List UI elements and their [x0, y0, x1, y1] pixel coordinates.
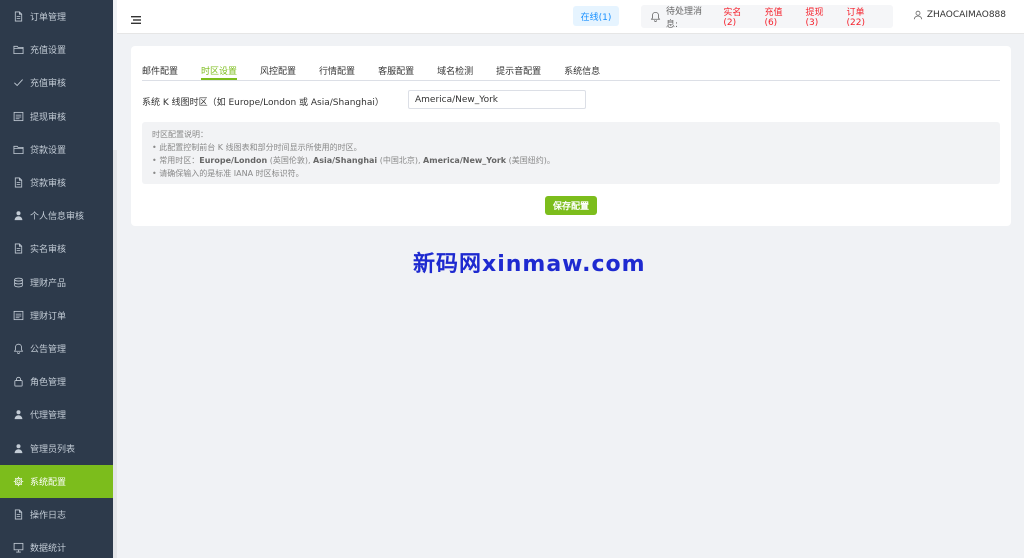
top-header: 在线(1) 待处理消息: 实名(2) 充值(6) 提现(3) 订单(22) ZH…: [117, 0, 1024, 34]
info-title: 时区配置说明：: [152, 130, 208, 139]
lock-icon: [13, 376, 24, 387]
sidebar-item-label: 实名审核: [30, 245, 67, 256]
bell-icon: [13, 343, 24, 354]
sidebar-item-label: 订单管理: [30, 13, 67, 24]
sidebar-item-12[interactable]: 代理管理: [0, 398, 113, 431]
save-config-button[interactable]: 保存配置: [545, 196, 597, 215]
info-line-3: • 请确保输入的是标准 IANA 时区标识符。: [152, 169, 304, 178]
info-tz-3: America/New_York: [423, 156, 507, 165]
sidebar-item-16[interactable]: 数据统计: [0, 531, 113, 558]
bell-icon: [650, 11, 661, 22]
info-line-2: • 常用时区：Europe/London (英国伦敦), Asia/Shangh…: [152, 154, 990, 167]
sidebar-item-label: 代理管理: [30, 411, 67, 422]
info-line-2-prefix: • 常用时区：: [152, 156, 200, 165]
tab-3[interactable]: 行情配置: [319, 64, 355, 80]
sidebar-item-9[interactable]: 理财订单: [0, 299, 113, 332]
check-icon: [13, 77, 24, 88]
tab-4[interactable]: 客服配置: [378, 64, 414, 80]
sidebar-item-label: 理财产品: [30, 278, 67, 289]
sidebar-item-13[interactable]: 管理员列表: [0, 431, 113, 464]
sidebar-item-label: 操作日志: [30, 510, 67, 521]
tab-7[interactable]: 系统信息: [564, 64, 600, 80]
sidebar-item-7[interactable]: 实名审核: [0, 232, 113, 265]
sidebar-item-2[interactable]: 充值审核: [0, 66, 113, 99]
sidebar-item-label: 贷款设置: [30, 145, 67, 156]
tab-1[interactable]: 时区设置: [201, 64, 238, 80]
list-icon: [13, 111, 24, 122]
sidebar-item-label: 贷款审核: [30, 179, 67, 190]
watermark: 新码网xinmaw.com: [413, 252, 646, 277]
user-icon: [13, 210, 24, 221]
username: ZHAOCAIMAO888: [926, 10, 1006, 20]
tab-5[interactable]: 域名检测: [437, 64, 473, 80]
sidebar-item-3[interactable]: 提现审核: [0, 100, 113, 133]
timezone-info-box: 时区配置说明： • 此配置控制前台 K 线图表和部分时间显示所使用的时区。 • …: [142, 122, 1000, 184]
sidebar-item-label: 角色管理: [30, 378, 67, 389]
sidebar-item-10[interactable]: 公告管理: [0, 332, 113, 365]
pending-recharge-link[interactable]: 充值(6): [764, 5, 793, 28]
sidebar-item-label: 充值审核: [30, 79, 67, 90]
info-tz-2: Asia/Shanghai: [313, 156, 378, 165]
sidebar-item-6[interactable]: 个人信息审核: [0, 199, 113, 232]
sidebar-item-5[interactable]: 贷款审核: [0, 166, 113, 199]
document-icon: [13, 509, 24, 520]
sidebar-item-14[interactable]: 系统配置: [0, 464, 113, 498]
info-tz-1-desc: (英国伦敦),: [267, 156, 314, 165]
tab-2[interactable]: 风控配置: [260, 64, 296, 80]
info-line-1: • 此配置控制前台 K 线图表和部分时间显示所使用的时区。: [152, 143, 362, 152]
pending-order-link[interactable]: 订单(22): [847, 5, 881, 28]
pending-messages: 待处理消息: 实名(2) 充值(6) 提现(3) 订单(22): [641, 5, 893, 30]
sidebar-item-label: 公告管理: [30, 344, 67, 355]
document-icon: [13, 243, 24, 254]
sidebar: 订单管理充值设置充值审核提现审核贷款设置贷款审核个人信息审核 实名审核理财产品理财…: [0, 0, 113, 558]
sidebar-item-label: 个人信息审核: [30, 212, 85, 223]
folder-icon: [13, 44, 24, 55]
config-tabs: 邮件配置 时区设置 风控配置 行情配置 客服配置 域名检测 提示音配置 系统信息: [142, 64, 1000, 81]
sidebar-item-8[interactable]: 理财产品: [0, 266, 113, 299]
user-icon: [13, 409, 24, 420]
sidebar-item-label: 充值设置: [30, 46, 67, 57]
timezone-input[interactable]: [408, 90, 586, 109]
user-icon: [13, 443, 24, 454]
menu-toggle-icon[interactable]: [130, 11, 142, 24]
folder-icon: [13, 144, 24, 155]
sidebar-item-15[interactable]: 操作日志: [0, 498, 113, 531]
info-tz-2-desc: (中国北京),: [377, 156, 424, 165]
user-icon: [913, 10, 922, 20]
info-tz-3-desc: (美国纽约)。: [506, 156, 555, 165]
config-card: 邮件配置 时区设置 风控配置 行情配置 客服配置 域名检测 提示音配置 系统信息 系统 K 线…: [131, 46, 1011, 226]
user-menu[interactable]: ZHAOCAIMAO888: [913, 10, 1006, 20]
sidebar-item-11[interactable]: 角色管理: [0, 365, 113, 398]
sidebar-item-4[interactable]: 贷款设置: [0, 133, 113, 166]
info-tz-1: Europe/London: [199, 156, 268, 165]
online-badge[interactable]: 在线(1): [573, 6, 619, 26]
sidebar-scrollbar[interactable]: [113, 150, 117, 558]
sidebar-item-label: 管理员列表: [30, 444, 76, 455]
sidebar-item-0[interactable]: 订单管理: [0, 0, 113, 33]
tab-6[interactable]: 提示音配置: [496, 64, 541, 80]
database-icon: [13, 277, 24, 288]
document-icon: [13, 177, 24, 188]
sidebar-item-label: 理财订单: [30, 311, 67, 322]
sidebar-item-label: 数据统计: [30, 544, 67, 555]
chart-icon: [13, 542, 24, 553]
sidebar-item-1[interactable]: 充值设置: [0, 33, 113, 66]
gear-icon: [13, 476, 24, 487]
sidebar-item-label: 提现审核: [30, 112, 67, 123]
list-icon: [13, 310, 24, 321]
pending-realname-link[interactable]: 实名(2): [723, 5, 752, 28]
sidebar-item-label: 系统配置: [30, 477, 67, 488]
timezone-label: 系统 K 线图时区（如 Europe/London 或 Asia/Shangha…: [142, 98, 384, 108]
tab-0[interactable]: 邮件配置: [142, 64, 178, 80]
pending-label: 待处理消息:: [666, 6, 703, 30]
document-icon: [13, 11, 24, 22]
pending-withdraw-link[interactable]: 提现(3): [805, 5, 834, 28]
